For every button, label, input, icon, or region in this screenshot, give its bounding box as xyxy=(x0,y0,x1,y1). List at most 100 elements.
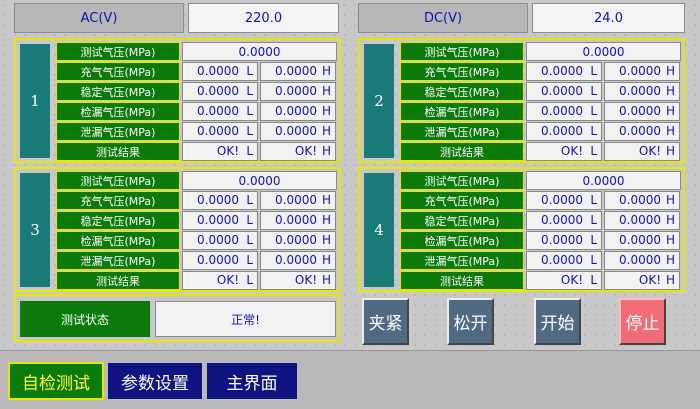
value-h: 0.0000 H xyxy=(604,122,680,141)
value-text: 0.0000 xyxy=(541,124,583,138)
nav-self-test[interactable]: 自检测试 xyxy=(8,362,104,400)
row-label: 检漏气压(MPa) xyxy=(56,231,180,250)
value-l: 0.0000 L xyxy=(526,231,602,250)
value-text: 0.0000 xyxy=(197,213,239,227)
value-text: OK! xyxy=(216,144,239,158)
value-text: OK! xyxy=(294,273,317,287)
suffix-h: H xyxy=(665,84,675,98)
station-panel-4: 4 测试气压(MPa) 0.0000 充气气压(MPa) 0.0000 L 0.0000 H 稳… xyxy=(358,167,685,292)
value-l: 0.0000 L xyxy=(182,62,258,81)
row-label: 充气气压(MPa) xyxy=(56,191,180,210)
suffix-h: H xyxy=(321,253,331,267)
value-text: 0.0000 xyxy=(619,213,661,227)
value-l: 0.0000 L xyxy=(526,251,602,270)
row-label: 测试结果 xyxy=(400,271,524,290)
value-l: 0.0000 L xyxy=(182,82,258,101)
row-label: 测试结果 xyxy=(56,271,180,290)
value-text: 0.0000 xyxy=(619,233,661,247)
suffix-h: H xyxy=(665,124,675,138)
row-label: 检漏气压(MPa) xyxy=(56,102,180,121)
suffix-l: L xyxy=(590,213,597,227)
bottom-bar xyxy=(0,350,700,409)
suffix-h: H xyxy=(665,273,675,287)
station-number: 1 xyxy=(20,44,50,158)
row-label: 稳定气压(MPa) xyxy=(400,82,524,101)
row-label: 泄漏气压(MPa) xyxy=(400,251,524,270)
value-h: 0.0000 H xyxy=(604,211,680,230)
suffix-h: H xyxy=(665,64,675,78)
row-label: 充气气压(MPa) xyxy=(400,62,524,81)
release-button[interactable]: 松开 xyxy=(447,298,494,345)
value-h: 0.0000 H xyxy=(604,62,680,81)
value-l: 0.0000 L xyxy=(526,191,602,210)
value-h: OK! H xyxy=(260,271,336,290)
test-pressure-value: 0.0000 xyxy=(526,171,681,190)
value-l: OK! L xyxy=(526,142,602,161)
suffix-l: L xyxy=(246,84,253,98)
suffix-l: L xyxy=(590,233,597,247)
row-label: 泄漏气压(MPa) xyxy=(56,251,180,270)
nav-parameter-settings[interactable]: 参数设置 xyxy=(107,362,203,400)
value-l: 0.0000 L xyxy=(182,191,258,210)
value-l: 0.0000 L xyxy=(526,122,602,141)
row-label: 测试结果 xyxy=(56,142,180,161)
suffix-h: H xyxy=(321,213,331,227)
ac-value: 220.0 xyxy=(188,3,339,33)
value-h: 0.0000 H xyxy=(260,211,336,230)
suffix-l: L xyxy=(246,144,253,158)
value-l: OK! L xyxy=(526,271,602,290)
status-label: 测试状态 xyxy=(20,301,150,337)
start-button[interactable]: 开始 xyxy=(534,298,581,345)
suffix-l: L xyxy=(590,84,597,98)
value-l: 0.0000 L xyxy=(526,102,602,121)
row-label: 稳定气压(MPa) xyxy=(400,211,524,230)
nav-main-screen[interactable]: 主界面 xyxy=(206,362,298,400)
suffix-l: L xyxy=(246,124,253,138)
suffix-h: H xyxy=(321,64,331,78)
value-text: 0.0000 xyxy=(541,213,583,227)
test-pressure-value: 0.0000 xyxy=(182,171,337,190)
value-l: 0.0000 L xyxy=(182,231,258,250)
suffix-l: L xyxy=(246,273,253,287)
suffix-h: H xyxy=(665,193,675,207)
value-text: 0.0000 xyxy=(197,253,239,267)
suffix-h: H xyxy=(665,144,675,158)
suffix-h: H xyxy=(321,193,331,207)
suffix-h: H xyxy=(321,233,331,247)
value-h: 0.0000 H xyxy=(260,251,336,270)
suffix-l: L xyxy=(590,193,597,207)
value-text: 0.0000 xyxy=(275,124,317,138)
value-l: 0.0000 L xyxy=(182,211,258,230)
value-h: 0.0000 H xyxy=(604,191,680,210)
row-label: 充气气压(MPa) xyxy=(56,62,180,81)
value-text: OK! xyxy=(294,144,317,158)
row-label: 测试结果 xyxy=(400,142,524,161)
value-text: 0.0000 xyxy=(275,253,317,267)
value-l: 0.0000 L xyxy=(182,122,258,141)
value-text: 0.0000 xyxy=(197,84,239,98)
row-label: 泄漏气压(MPa) xyxy=(56,122,180,141)
row-label: 测试气压(MPa) xyxy=(400,171,524,190)
value-text: 0.0000 xyxy=(619,193,661,207)
suffix-l: L xyxy=(590,64,597,78)
station-number: 2 xyxy=(364,44,394,158)
stop-button[interactable]: 停止 xyxy=(619,298,666,345)
test-pressure-value: 0.0000 xyxy=(182,42,337,61)
value-text: 0.0000 xyxy=(541,84,583,98)
suffix-h: H xyxy=(321,124,331,138)
value-text: 0.0000 xyxy=(541,253,583,267)
value-l: 0.0000 L xyxy=(182,251,258,270)
value-h: 0.0000 H xyxy=(260,102,336,121)
value-h: 0.0000 H xyxy=(604,82,680,101)
station-number: 4 xyxy=(364,173,394,287)
value-h: OK! H xyxy=(604,142,680,161)
suffix-l: L xyxy=(590,124,597,138)
station-number: 3 xyxy=(20,173,50,287)
suffix-l: L xyxy=(246,104,253,118)
suffix-l: L xyxy=(246,64,253,78)
value-l: OK! L xyxy=(182,271,258,290)
value-l: 0.0000 L xyxy=(182,102,258,121)
status-value: 正常! xyxy=(155,301,336,337)
value-h: 0.0000 H xyxy=(604,102,680,121)
clamp-button[interactable]: 夹紧 xyxy=(362,298,409,345)
